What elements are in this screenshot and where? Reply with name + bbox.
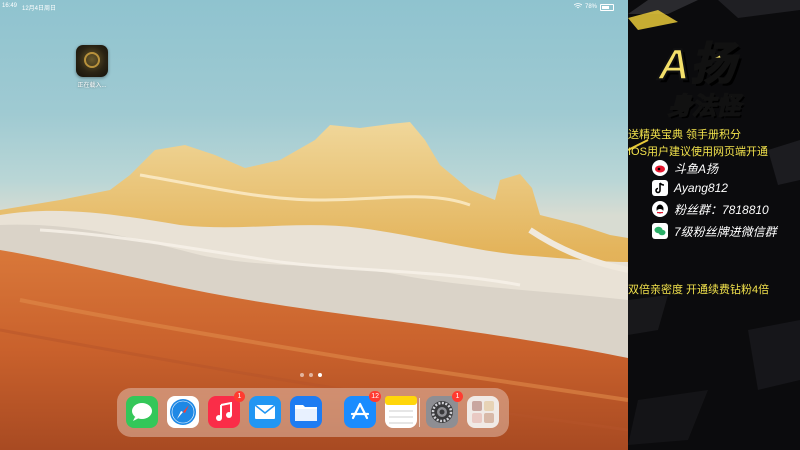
- app-label-loading: 正在载入...: [77, 83, 107, 89]
- social-qq: 粉丝群：7818810: [652, 201, 769, 217]
- page-dot[interactable]: [309, 373, 313, 377]
- promo-line-1: 送精英宝典 领手册积分: [628, 129, 742, 141]
- social-tiktok-text: Ayang812: [674, 181, 728, 195]
- streamer-name-logo: A扬: [657, 39, 736, 90]
- status-date: 12月4日周日: [22, 6, 57, 12]
- status-time: 16:49: [2, 3, 18, 9]
- files-icon: [295, 405, 317, 421]
- ipad-home-screen: 16:49 12月4日周日 78% 正在载入... 1 12 1: [0, 0, 628, 450]
- game-app-icon[interactable]: [76, 45, 108, 77]
- safari-icon: [170, 399, 196, 425]
- mail-app-button[interactable]: [249, 396, 281, 428]
- safari-app-button[interactable]: [167, 396, 199, 428]
- social-qq-text: 粉丝群：7818810: [674, 202, 769, 217]
- notes-app-button[interactable]: [385, 396, 417, 428]
- page-indicator[interactable]: [300, 373, 322, 377]
- bottom-promo: 双倍亲密度 开通续费钻粉4倍: [628, 284, 770, 296]
- social-wechat: 7级粉丝牌进微信群: [652, 223, 777, 239]
- recent-app-icon: [472, 401, 494, 423]
- recent-app-button[interactable]: [467, 396, 499, 428]
- promo-line-2: IOS用户建议使用网页端开通: [628, 146, 768, 158]
- social-tiktok: Ayang812: [652, 180, 728, 196]
- music-badge: 1: [234, 391, 245, 402]
- wechat-icon: [652, 223, 668, 239]
- messages-icon: [132, 403, 152, 421]
- app-store-badge: 12: [369, 391, 381, 402]
- dock-divider: [419, 398, 420, 427]
- tiktok-icon: [652, 180, 668, 196]
- status-bar: 16:49 12月4日周日 78%: [0, 0, 628, 12]
- music-app-button[interactable]: 1: [208, 391, 245, 428]
- notes-icon: [385, 396, 417, 424]
- app-store-icon: [350, 402, 370, 420]
- stream-overlay-panel: A扬 身法怪 送精英宝典 领手册积分 IOS用户建议使用网页端开通 斗鱼A扬 A…: [628, 0, 800, 450]
- battery-icon: [600, 3, 614, 11]
- messages-app-button[interactable]: [126, 396, 158, 428]
- social-wechat-text: 7级粉丝牌进微信群: [674, 224, 777, 239]
- app-store-app-button[interactable]: 12: [344, 391, 381, 428]
- settings-app-button[interactable]: 1: [426, 391, 463, 428]
- status-indicators: 78%: [573, 3, 614, 11]
- mail-icon: [254, 404, 276, 419]
- settings-icon: [431, 401, 453, 423]
- music-icon: [216, 402, 232, 421]
- streamer-tagline: 身法怪: [667, 92, 741, 121]
- qq-icon: [652, 201, 668, 217]
- settings-badge: 1: [452, 391, 463, 402]
- files-app-button[interactable]: [290, 396, 322, 428]
- page-dot[interactable]: [300, 373, 304, 377]
- dock: 1 12 1: [117, 388, 509, 437]
- social-weibo-text: 斗鱼A扬: [674, 161, 719, 176]
- game-app-emblem: [84, 52, 100, 68]
- battery-percentage: 78%: [584, 4, 597, 10]
- page-dot-active[interactable]: [318, 373, 322, 377]
- wifi-icon: [573, 3, 583, 11]
- social-weibo: 斗鱼A扬: [652, 160, 718, 176]
- weibo-icon: [652, 160, 668, 176]
